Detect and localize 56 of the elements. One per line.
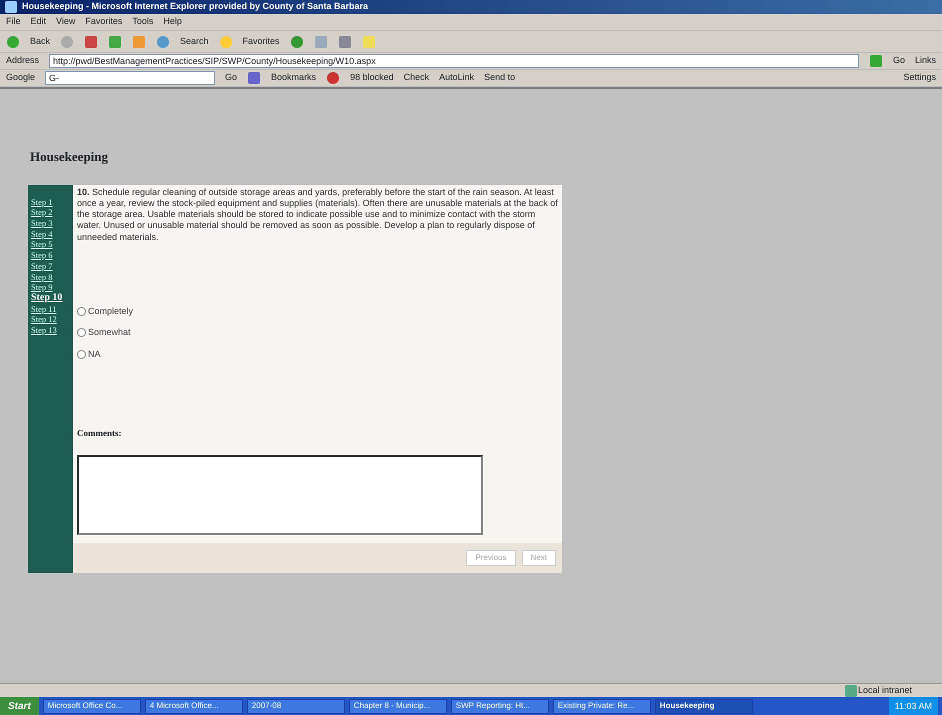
blocked-button[interactable]: 98 blocked [350, 71, 394, 85]
step-link[interactable]: Step 4 [31, 228, 52, 240]
google-label: Google [6, 71, 36, 84]
step-link[interactable]: Step 1 [31, 196, 52, 208]
radio-button[interactable] [77, 328, 86, 338]
taskbar-button[interactable]: 4 Microsoft Office... [144, 698, 243, 714]
step-link[interactable]: Step 12 [31, 314, 57, 326]
comments-field[interactable] [77, 454, 483, 535]
bookmarks-button[interactable]: Bookmarks [271, 71, 316, 85]
taskbar-button[interactable]: Microsoft Office Co... [42, 698, 141, 714]
step-link[interactable]: Step 9 [31, 282, 52, 293]
comments-label: Comments: [77, 427, 122, 440]
step-link[interactable]: Step 5 [31, 239, 52, 250]
search-button[interactable]: Search [180, 34, 209, 48]
window-title: Housekeeping - Microsoft Internet Explorer provided by County of Santa Barbara [22, 0, 368, 14]
address-label: Address [6, 54, 40, 68]
option-label: Somewhat [88, 326, 131, 340]
go-button[interactable]: Go [225, 71, 238, 85]
step-link[interactable]: Step 7 [31, 260, 52, 272]
zone-label: Local intranet [858, 684, 912, 697]
links-button[interactable]: Links [914, 54, 936, 68]
clock: 11:03 AM [888, 697, 938, 715]
question-text: 10. Schedule regular cleaning of outside storage areas and yards, preferably before the start of the rain season. At least once a year, review the stock-piled equipment and supplies (materials). Often there are unusable materials at the back of the storage area. Usable materials should be stored to indicate possible use and to minimize contact with the storm water. Unused or unusable material should be removed as soon as possible. Develop a plan to regularly dispose of unneeded materials. [76, 186, 559, 244]
autolink-button[interactable]: AutoLink [439, 71, 474, 85]
option-label: Completely [88, 304, 134, 318]
menu-item[interactable]: File [6, 15, 21, 29]
send-to-button[interactable]: Send to [484, 71, 516, 85]
step-link[interactable]: Step 6 [31, 250, 52, 261]
step-link[interactable]: Step 10 [31, 292, 62, 304]
page-heading: Housekeeping [30, 149, 110, 165]
menu-item[interactable]: Favorites [85, 15, 122, 29]
start-button[interactable]: Start [0, 697, 39, 715]
taskbar-button[interactable]: Chapter 8 - Municip... [348, 698, 447, 714]
step-link[interactable]: Step 2 [31, 207, 52, 218]
google-search-field[interactable]: G- [45, 71, 216, 85]
favorites-button[interactable]: Favorites [242, 34, 280, 48]
radio-button[interactable] [77, 306, 86, 316]
taskbar-button[interactable]: Existing Private: Re... [552, 698, 651, 714]
step-link[interactable]: Step 11 [31, 304, 56, 314]
step-link[interactable]: Step 3 [31, 218, 52, 229]
go-button[interactable]: Go [892, 54, 905, 68]
menu-item[interactable]: View [56, 15, 76, 29]
check-button[interactable]: Check [404, 71, 430, 85]
back-button[interactable]: Back [30, 34, 50, 48]
settings-button[interactable]: Settings [903, 71, 936, 85]
taskbar-button[interactable]: Housekeeping [654, 698, 753, 714]
radio-button[interactable] [77, 350, 86, 359]
address-field[interactable]: http://pwd/BestManagementPractices/SIP/SWP/County/Housekeeping/W10.aspx [49, 54, 859, 68]
menu-item[interactable]: Tools [132, 15, 154, 29]
step-link[interactable]: Step 13 [31, 325, 57, 336]
taskbar-button[interactable]: 2007-08 [246, 698, 345, 714]
menu-item[interactable]: Edit [30, 15, 46, 29]
step-link[interactable]: Step 8 [31, 272, 52, 282]
taskbar-button[interactable]: SWP Reporting: Ht... [450, 698, 549, 714]
menu-item[interactable]: Help [163, 15, 182, 29]
option-label: NA [88, 348, 101, 361]
